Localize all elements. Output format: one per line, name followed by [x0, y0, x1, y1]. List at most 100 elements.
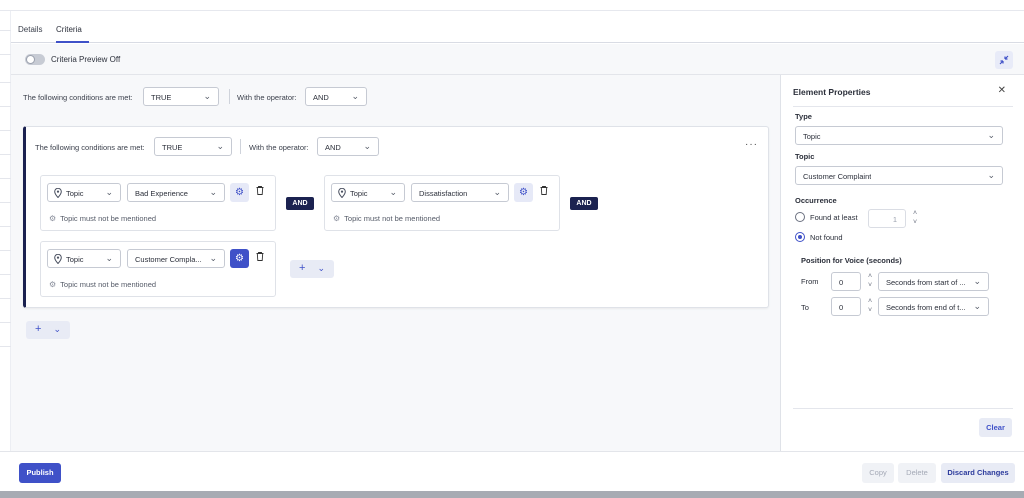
- delete-condition-button[interactable]: [538, 183, 550, 202]
- left-rail: [0, 11, 11, 451]
- criteria-editor: The following conditions are met: TRUE ⌄…: [11, 75, 780, 451]
- condition-type-select[interactable]: Topic ⌄: [331, 183, 405, 202]
- to-reference-select[interactable]: Seconds from end of t... ⌄: [878, 297, 989, 316]
- condition-card[interactable]: Topic ⌄ Bad Experience ⌄ ⚙ ⚙ Topic must n…: [40, 175, 276, 231]
- bottom-scrollbar[interactable]: [0, 491, 1024, 498]
- collapse-icon: [999, 55, 1009, 65]
- occurrence-label: Occurrence: [795, 196, 837, 205]
- voice-position-title: Position for Voice (seconds): [801, 256, 902, 265]
- chevron-down-icon: ⌄: [987, 130, 995, 140]
- condition-card[interactable]: Topic ⌄ Dissatisfaction ⌄ ⚙ ⚙ Topic must …: [324, 175, 560, 231]
- divider: [240, 139, 241, 154]
- gear-icon: ⚙: [519, 187, 528, 198]
- condition-type-select[interactable]: Topic ⌄: [47, 249, 121, 268]
- add-condition-button[interactable]: + ⌄: [290, 260, 334, 278]
- chevron-down-icon: ⌄: [209, 253, 217, 263]
- chevron-down-icon: ⌄: [105, 253, 113, 263]
- from-seconds-input[interactable]: 0: [831, 272, 861, 291]
- condition-group: The following conditions are met: TRUE ⌄…: [23, 126, 769, 308]
- not-found-radio[interactable]: [795, 232, 805, 242]
- panel-title: Element Properties: [793, 87, 871, 97]
- divider: [793, 106, 1013, 107]
- condition-value-select[interactable]: Dissatisfaction ⌄: [411, 183, 509, 202]
- publish-button[interactable]: Publish: [19, 463, 61, 483]
- chevron-down-icon: ⌄: [363, 141, 371, 151]
- gear-icon: ⚙: [235, 187, 244, 198]
- plus-icon: +: [35, 323, 42, 335]
- root-operator-select[interactable]: AND ⌄: [305, 87, 367, 106]
- condition-type-value: Topic: [66, 189, 84, 198]
- root-operator-value: AND: [313, 93, 329, 102]
- tab-criteria[interactable]: Criteria: [56, 25, 89, 43]
- trash-icon: [256, 186, 264, 195]
- delete-condition-button[interactable]: [254, 249, 266, 268]
- type-label: Type: [795, 112, 812, 121]
- plus-icon: +: [299, 262, 306, 274]
- from-label: From: [801, 277, 819, 286]
- group-operator-label: With the operator:: [249, 143, 309, 152]
- condition-note-text: Topic must not be mentioned: [60, 280, 157, 289]
- from-seconds-stepper[interactable]: ˄ ˅: [866, 272, 874, 291]
- topic-select[interactable]: Customer Complaint ⌄: [795, 166, 1003, 185]
- found-count-input[interactable]: 1: [868, 209, 906, 228]
- group-operator-value: AND: [325, 143, 341, 152]
- condition-value-select[interactable]: Bad Experience ⌄: [127, 183, 225, 202]
- discard-changes-button[interactable]: Discard Changes: [941, 463, 1015, 483]
- gear-icon: ⚙: [235, 253, 244, 264]
- clear-button[interactable]: Clear: [979, 418, 1012, 437]
- condition-settings-button[interactable]: ⚙: [514, 183, 533, 202]
- tab-bar: Details Criteria: [11, 11, 1024, 43]
- condition-note: ⚙ Topic must not be mentioned: [49, 214, 156, 223]
- condition-value: Bad Experience: [135, 189, 188, 198]
- tab-details[interactable]: Details: [18, 25, 42, 43]
- group-conditions-select[interactable]: TRUE ⌄: [154, 137, 232, 156]
- more-horizontal-icon[interactable]: ···: [745, 139, 758, 150]
- criteria-preview-toggle[interactable]: [25, 54, 45, 65]
- condition-value: Customer Compla...: [135, 255, 202, 264]
- group-conditions-label: The following conditions are met:: [35, 143, 145, 152]
- divider: [793, 408, 1013, 409]
- chevron-down-icon: ⌄: [973, 301, 981, 311]
- to-seconds-stepper[interactable]: ˄ ˅: [866, 297, 874, 316]
- add-group-button[interactable]: + ⌄: [26, 321, 70, 339]
- gear-icon: ⚙: [333, 214, 341, 223]
- found-count-stepper[interactable]: ˄ ˅: [911, 209, 919, 228]
- footer-actions: Publish Copy Delete Discard Changes: [0, 451, 1024, 491]
- from-seconds-value: 0: [839, 278, 844, 287]
- close-icon[interactable]: ✕: [998, 85, 1006, 96]
- condition-value: Dissatisfaction: [419, 189, 468, 198]
- found-at-least-radio[interactable]: [795, 212, 805, 222]
- root-conditions-value: TRUE: [151, 93, 172, 102]
- map-pin-icon: [54, 188, 62, 198]
- condition-type-value: Topic: [350, 189, 368, 198]
- map-pin-icon: [54, 254, 62, 264]
- chevron-down-icon: ⌄: [973, 276, 981, 286]
- chevron-down-icon: ⌄: [216, 141, 224, 151]
- collapse-button[interactable]: [995, 51, 1013, 69]
- chevron-down-icon: ⌄: [203, 91, 211, 101]
- condition-settings-button[interactable]: ⚙: [230, 183, 249, 202]
- to-reference-value: Seconds from end of t...: [886, 303, 966, 312]
- condition-type-select[interactable]: Topic ⌄: [47, 183, 121, 202]
- to-seconds-input[interactable]: 0: [831, 297, 861, 316]
- delete-condition-button[interactable]: [254, 183, 266, 202]
- chevron-down-icon: ⌄: [389, 187, 397, 197]
- root-conditions-label: The following conditions are met:: [23, 93, 133, 102]
- map-pin-icon: [338, 188, 346, 198]
- element-properties-panel: Element Properties ✕ Type Topic ⌄ Topic …: [780, 75, 1024, 451]
- group-operator-select[interactable]: AND ⌄: [317, 137, 379, 156]
- condition-value-select[interactable]: Customer Compla... ⌄: [127, 249, 225, 268]
- not-found-label: Not found: [810, 233, 843, 242]
- chevron-down-icon: ⌄: [53, 324, 61, 334]
- chevron-down-icon: ⌄: [105, 187, 113, 197]
- chevron-down-icon: ⌄: [493, 187, 501, 197]
- copy-button[interactable]: Copy: [862, 463, 894, 483]
- delete-button[interactable]: Delete: [898, 463, 936, 483]
- chevron-down-icon: ⌄: [351, 91, 359, 101]
- gear-icon: ⚙: [49, 280, 57, 289]
- from-reference-select[interactable]: Seconds from start of ... ⌄: [878, 272, 989, 291]
- condition-settings-button[interactable]: ⚙: [230, 249, 249, 268]
- condition-card[interactable]: Topic ⌄ Customer Compla... ⌄ ⚙ ⚙ Topic mu…: [40, 241, 276, 297]
- root-conditions-select[interactable]: TRUE ⌄: [143, 87, 219, 106]
- type-select[interactable]: Topic ⌄: [795, 126, 1003, 145]
